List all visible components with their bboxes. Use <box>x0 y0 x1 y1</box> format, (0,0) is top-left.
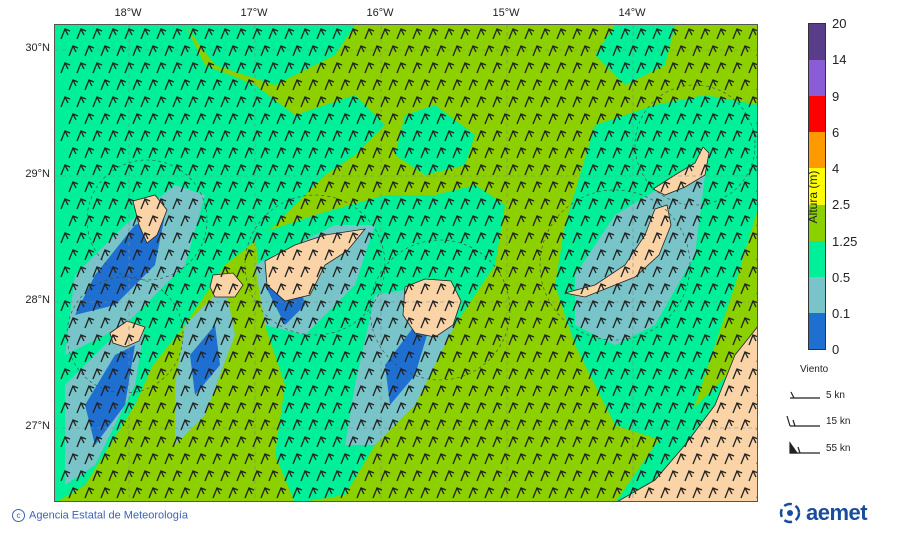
credit-line: c Agencia Estatal de Meteorología <box>12 509 188 522</box>
lon-label-17w: 17°W <box>240 7 268 19</box>
wind-legend-item-55: 55 kn <box>786 439 866 459</box>
colorbar-tick-6: 6 <box>832 125 840 140</box>
wind-barb-15-icon <box>786 415 820 427</box>
colorbar-segment-8 <box>809 24 825 61</box>
colorbar-segment-2 <box>809 240 825 277</box>
wind-barb <box>756 156 757 158</box>
wind-barb <box>756 394 757 396</box>
colorbar-tick-4: 4 <box>832 161 840 176</box>
wind-barb <box>756 258 757 260</box>
colorbar-tick-2.5: 2.5 <box>832 197 851 212</box>
map-canvas <box>55 25 757 501</box>
wind-barb-55-icon <box>789 441 820 454</box>
colorbar-tick-14: 14 <box>832 52 847 67</box>
lon-label-14w: 14°W <box>618 7 646 19</box>
wind-barb <box>756 54 757 56</box>
colorbar-tick-1.25: 1.25 <box>832 234 858 249</box>
wind-barb <box>756 224 757 226</box>
wind-barb <box>756 496 757 498</box>
wind-barb <box>756 88 757 90</box>
aemet-logo: aemet <box>778 500 868 526</box>
wind-barb <box>756 122 757 124</box>
lon-label-15w: 15°W <box>492 7 520 19</box>
wind-legend-label-15: 15 kn <box>826 416 851 427</box>
lat-label-29n: 29°N <box>25 168 50 180</box>
wind-barb <box>756 428 757 430</box>
lon-label-16w: 16°W <box>366 7 394 19</box>
lon-label-18w: 18°W <box>114 7 142 19</box>
copyright-icon: c <box>12 509 25 522</box>
wind-barb <box>756 462 757 464</box>
colorbar-title: Altura (m) <box>806 170 820 224</box>
wind-barb <box>756 190 757 192</box>
wind-barb <box>756 360 757 362</box>
wind-legend-item-15: 15 kn <box>786 412 866 432</box>
aemet-logo-icon <box>779 502 801 524</box>
lat-label-28n: 28°N <box>25 294 50 306</box>
wind-barb <box>756 292 757 294</box>
wind-barb-5-icon <box>790 391 820 399</box>
colorbar-segment-0 <box>809 312 825 349</box>
lat-label-27n: 27°N <box>25 420 50 432</box>
colorbar-segment-1 <box>809 276 825 313</box>
colorbar-tick-0.5: 0.5 <box>832 270 851 285</box>
wind-legend-title: Viento <box>800 364 829 375</box>
colorbar-segment-7 <box>809 60 825 97</box>
colorbar-segment-6 <box>809 96 825 133</box>
colorbar-tick-9: 9 <box>832 89 840 104</box>
wind-legend-label-5: 5 kn <box>826 390 845 401</box>
colorbar-tick-0.1: 0.1 <box>832 306 851 321</box>
wind-legend-item-5: 5 kn <box>786 386 866 406</box>
wind-barb <box>756 326 757 328</box>
wave-height-map[interactable] <box>54 24 758 502</box>
aemet-logo-text: aemet <box>806 500 868 525</box>
colorbar-tick-0: 0 <box>832 342 840 357</box>
credit-text: Agencia Estatal de Meteorología <box>29 509 188 522</box>
wind-legend-label-55: 55 kn <box>826 443 851 454</box>
colorbar-tick-20: 20 <box>832 16 847 31</box>
lat-label-30n: 30°N <box>25 42 50 54</box>
